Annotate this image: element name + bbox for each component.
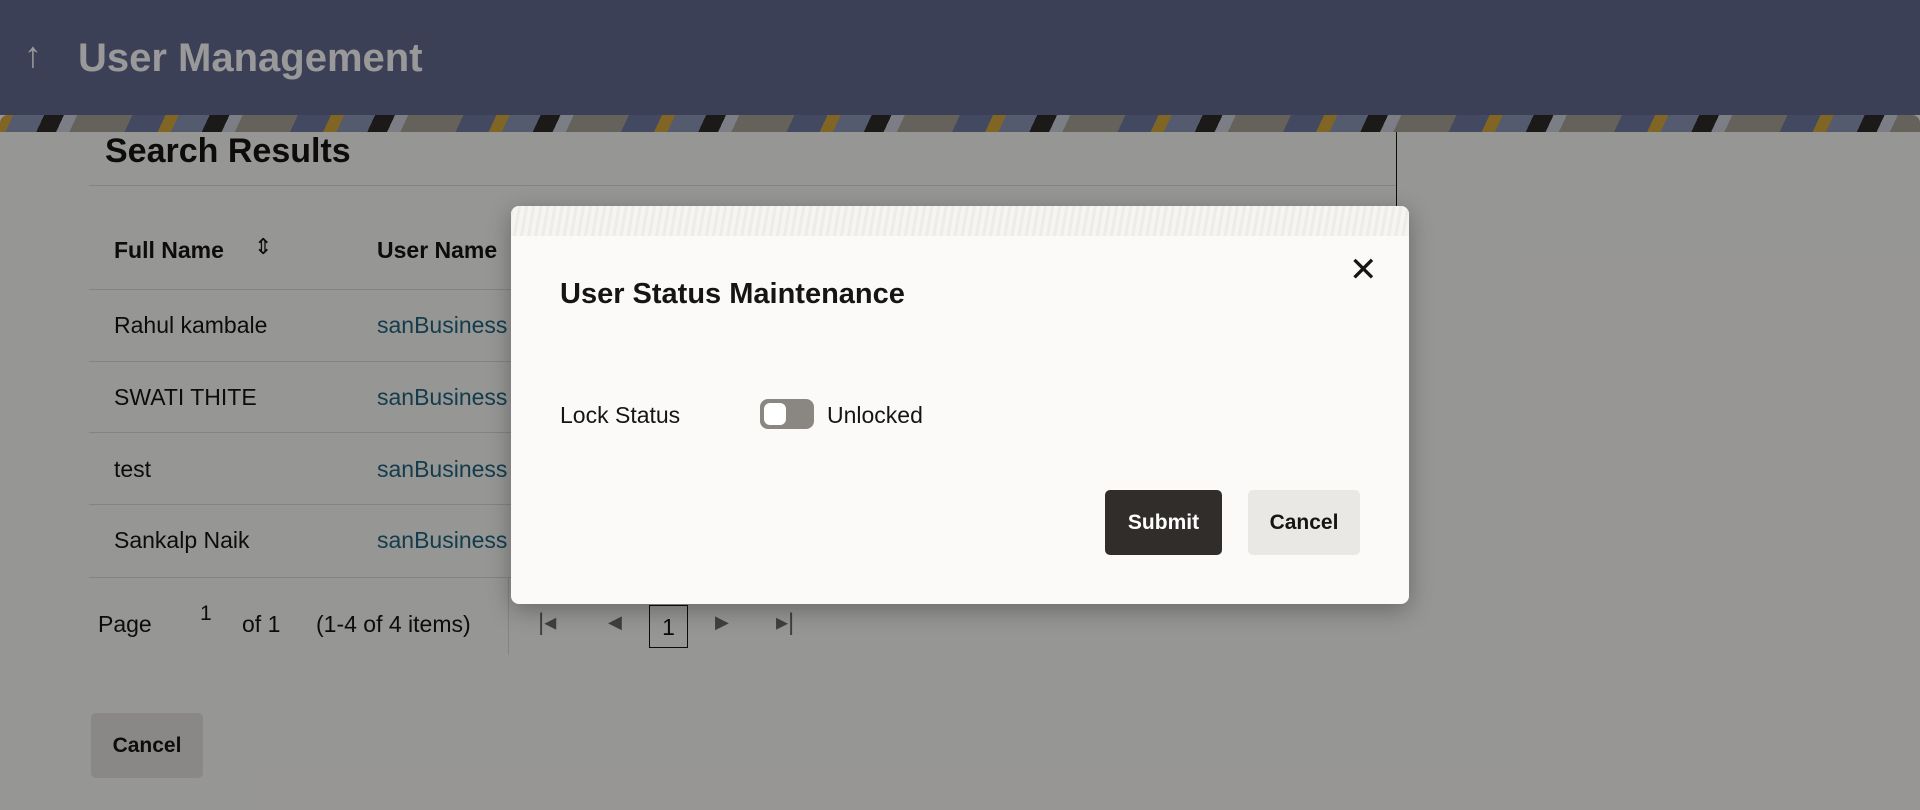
user-status-dialog: User Status Maintenance ✕ Lock Status Un… xyxy=(511,206,1409,604)
submit-button[interactable]: Submit xyxy=(1105,490,1222,555)
lock-status-value: Unlocked xyxy=(827,402,923,428)
toggle-knob xyxy=(764,403,786,425)
dialog-cancel-button[interactable]: Cancel xyxy=(1248,490,1360,555)
lock-status-toggle[interactable] xyxy=(760,399,814,429)
dialog-pattern xyxy=(511,206,1409,236)
dialog-title: User Status Maintenance xyxy=(560,278,905,310)
lock-status-label: Lock Status xyxy=(560,402,681,428)
close-icon[interactable]: ✕ xyxy=(1349,250,1378,290)
